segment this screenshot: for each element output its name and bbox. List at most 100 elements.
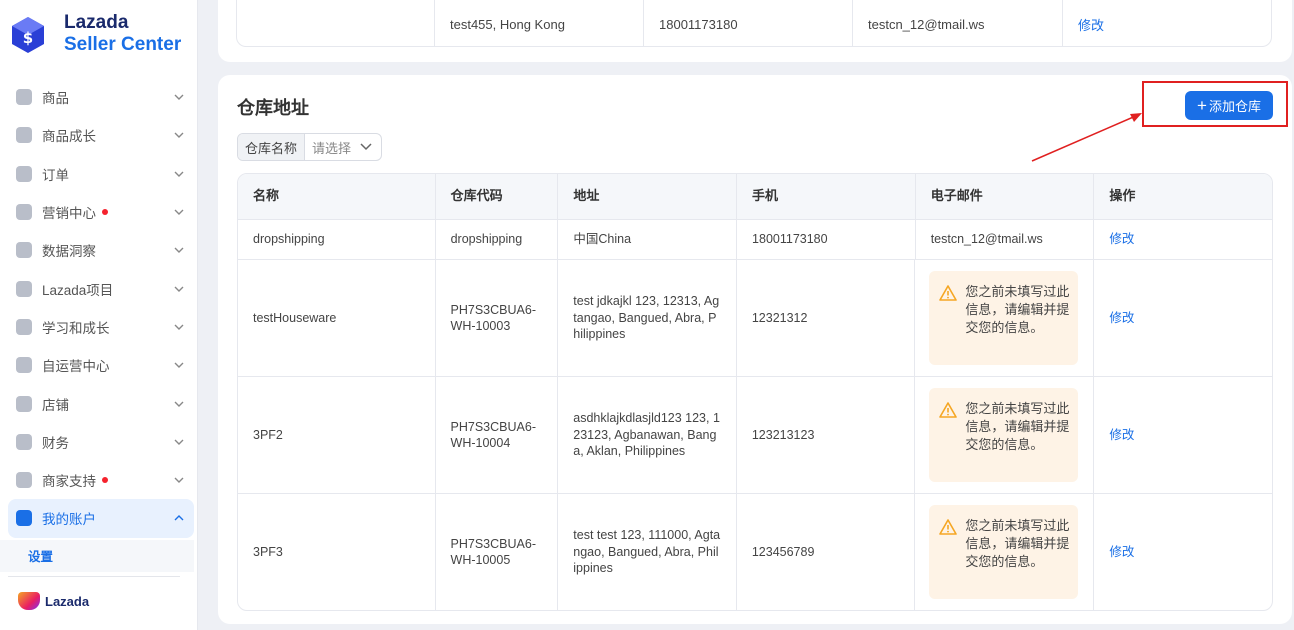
warehouse-code: PH7S3CBUA6-WH-10003 [436,260,559,376]
chevron-down-icon[interactable] [172,435,186,449]
warehouse-action-cell: 修改 [1094,377,1272,493]
sidebar-item-0[interactable]: 商品 [8,78,194,116]
chevron-down-icon[interactable] [172,167,186,181]
column-header: 操作 [1109,188,1136,204]
lazada-heart-icon [18,592,40,610]
contact-email-cell: testcn_12@tmail.ws [853,0,1063,46]
product-icon [16,89,32,106]
warehouse-phone: 18001173180 [737,220,916,259]
edit-warehouse-link[interactable]: 修改 [1109,310,1134,327]
notification-dot [102,477,108,484]
warehouse-email-cell: 您之前未填写过此信息，请编辑并提交您的信息。 [915,494,1095,610]
growth-icon [16,127,32,144]
warehouse-action-cell: 修改 [1094,260,1272,376]
warning-icon [939,284,958,365]
lazada-logo-icon: $ [10,16,46,53]
sidebar-item-label: Lazada项目 [42,282,114,298]
sidebar-item-10[interactable]: 商家支持 [8,461,194,499]
sidebar-item-7[interactable]: 自运营中心 [8,346,194,384]
warehouse-code: PH7S3CBUA6-WH-10005 [436,494,559,610]
svg-text:$: $ [23,29,33,47]
logo-subtitle: Seller Center [64,34,182,55]
warehouse-phone: 123456789 [737,494,916,610]
table-row: 3PF3 PH7S3CBUA6-WH-10005 test test 123, 11… [238,493,1272,610]
chevron-down-icon[interactable] [172,128,186,142]
warehouse-name: testHouseware [238,260,436,376]
chevron-down-icon[interactable] [172,358,186,372]
sidebar-item-2[interactable]: 订单 [8,155,194,193]
seller-center-logo[interactable]: $ Lazada Seller Center [10,12,181,56]
filter-label: 仓库名称 [238,134,306,160]
chevron-down-icon[interactable] [172,320,186,334]
edit-warehouse-link[interactable]: 修改 [1109,544,1134,561]
sidebar-subitem-settings[interactable]: 设置 [0,539,194,572]
account-icon [16,510,32,527]
sidebar-item-label: 商品成长 [42,129,96,145]
sidebar-item-label: 学习和成长 [42,320,110,336]
sidebar-item-5[interactable]: Lazada项目 [8,269,194,307]
chevron-down-icon[interactable] [172,473,186,487]
edit-warehouse-link[interactable]: 修改 [1109,427,1134,444]
help-icon [16,472,32,489]
wallet-icon [16,433,32,450]
filter-placeholder: 请选择 [312,140,352,156]
chevron-down-icon[interactable] [172,90,186,104]
warehouse-email: testcn_12@tmail.ws [916,220,1095,259]
chevron-down-icon[interactable] [172,205,186,219]
chevron-down-icon[interactable] [172,397,186,411]
missing-info-warning: 您之前未填写过此信息，请编辑并提交您的信息。 [929,271,1079,365]
sidebar-item-1[interactable]: 商品成长 [8,116,194,154]
table-row: 3PF2 PH7S3CBUA6-WH-10004 asdhklajkdlasjld1… [238,376,1272,493]
annotation-highlight-box [1142,81,1288,127]
column-header: 仓库代码 [436,174,559,219]
column-header: 名称 [238,174,436,219]
contact-name-cell [237,0,435,46]
warehouse-name: 3PF3 [238,494,436,610]
sidebar-item-label: 商家支持 [42,474,96,490]
warehouse-table: 名称 仓库代码 地址 手机 电子邮件 操作 dropshipping dropshipping… [237,173,1273,611]
data-icon [16,242,32,259]
footer-lazada-logo: Lazada [18,592,89,610]
warning-icon [939,401,958,482]
sidebar-item-label: 数据洞察 [42,244,96,260]
sidebar-nav: 商品商品成长订单营销中心数据洞察 Lazada项目 学习和成长自运营中心店铺财务商家… [0,78,194,572]
chevron-down-icon [359,139,373,156]
sidebar-item-4[interactable]: 数据洞察 [8,231,194,269]
sidebar-item-label: 商品 [42,91,69,107]
learning-icon [16,318,32,335]
chevron-down-icon[interactable] [172,243,186,257]
sidebar-item-label: 我的账户 [42,512,96,528]
annotation-arrow [1031,113,1142,162]
edit-warehouse-link[interactable]: 修改 [1109,231,1134,248]
sidebar-item-label: 营销中心 [42,206,96,222]
missing-info-warning: 您之前未填写过此信息，请编辑并提交您的信息。 [929,505,1079,599]
footer-brand-text: Lazada [45,593,90,609]
column-header: 地址 [558,174,738,219]
logo-title: Lazada [64,12,129,33]
contact-phone-cell: 18001173180 [644,0,853,46]
contact-address-cell: test455, Hong Kong [435,0,644,46]
sidebar-item-3[interactable]: 营销中心 [8,193,194,231]
chevron-down-icon[interactable] [172,282,186,296]
sidebar-item-8[interactable]: 店铺 [8,384,194,422]
sidebar-item-6[interactable]: 学习和成长 [8,308,194,346]
store-icon [16,395,32,412]
sidebar-item-9[interactable]: 财务 [8,423,194,461]
sidebar-item-label: 店铺 [42,397,69,413]
contact-table: test455, Hong Kong 18001173180 testcn_12… [236,0,1272,47]
chevron-up-icon[interactable] [172,511,186,525]
notification-dot [102,209,108,216]
missing-info-warning: 您之前未填写过此信息，请编辑并提交您的信息。 [929,388,1079,482]
filter-select[interactable]: 请选择 [305,138,381,157]
warehouse-address: test jdkajkl 123, 12313, Agtangao, Bangu… [558,260,737,376]
contact-edit-link[interactable]: 修改 [1063,0,1271,46]
share-icon [16,357,32,374]
warehouse-name-filter[interactable]: 仓库名称 请选择 [237,133,383,161]
sidebar-item-11[interactable]: 我的账户 [8,499,194,538]
warehouse-phone: 123213123 [737,377,916,493]
column-header: 电子邮件 [916,174,1095,219]
warning-text: 您之前未填写过此信息，请编辑并提交您的信息。 [965,518,1070,569]
warehouse-name: 3PF2 [238,377,436,493]
warehouse-phone: 12321312 [737,260,916,376]
sidebar-divider [8,576,180,577]
